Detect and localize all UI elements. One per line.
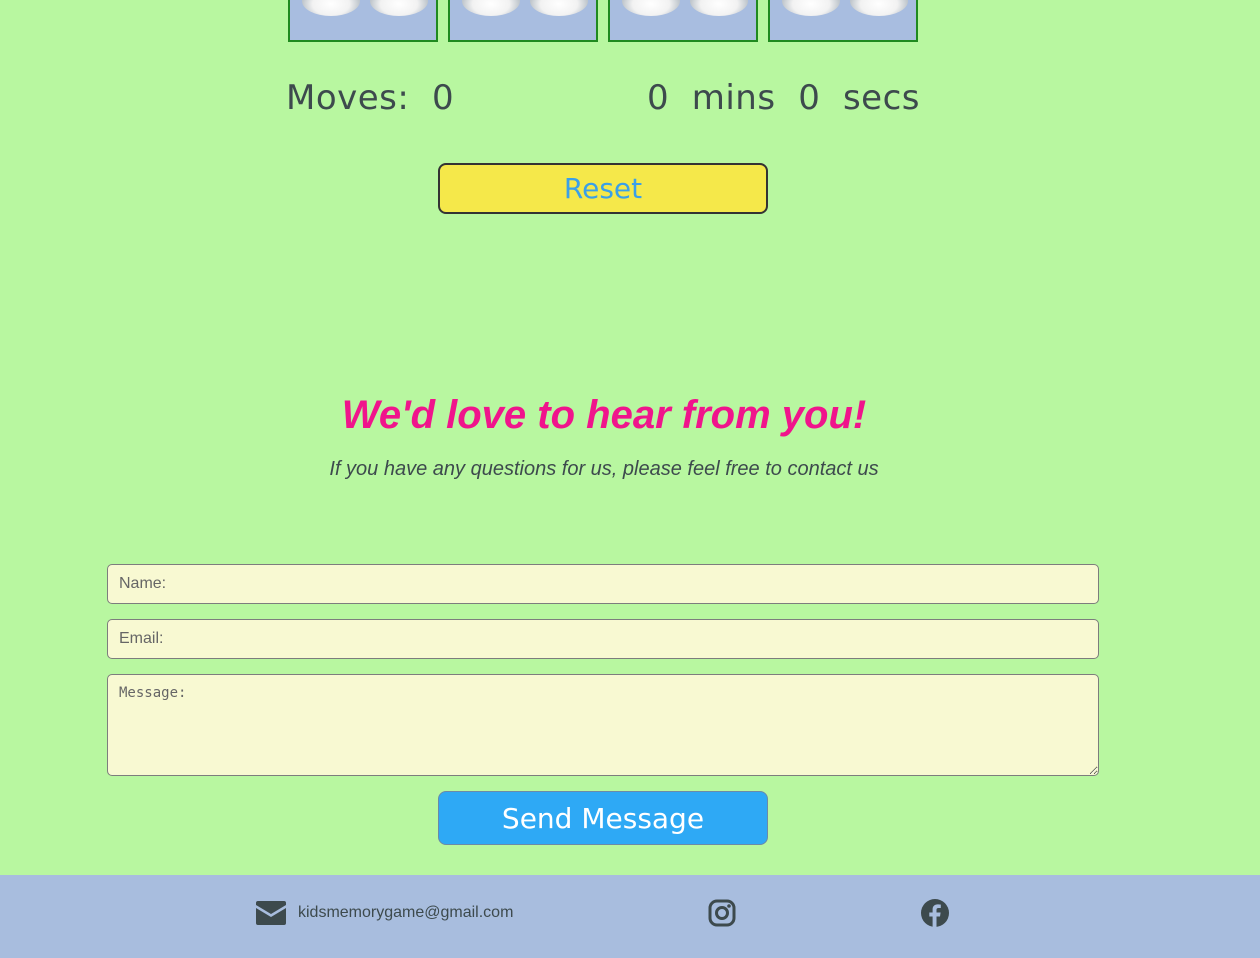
timer-mins-value: 0 [646, 78, 681, 118]
facebook-icon [921, 899, 949, 927]
card-image [622, 0, 680, 16]
timer-mins-label: mins [691, 78, 787, 118]
card-grid [288, 0, 918, 42]
memory-card[interactable] [768, 0, 918, 42]
card-image [782, 0, 840, 16]
timer-secs-value: 0 [798, 78, 832, 118]
moves-counter: Moves: 0 [286, 78, 454, 118]
send-message-button[interactable]: Send Message [438, 791, 768, 845]
name-field[interactable] [107, 564, 1099, 604]
envelope-icon [256, 901, 286, 925]
card-image [462, 0, 520, 16]
card-image [302, 0, 360, 16]
card-image [530, 0, 588, 16]
game-stats: Moves: 0 0 mins 0 secs [286, 78, 920, 118]
timer: 0 mins 0 secs [647, 78, 920, 118]
reset-button[interactable]: Reset [438, 163, 768, 214]
message-field[interactable] [107, 674, 1099, 776]
memory-card[interactable] [288, 0, 438, 42]
timer-secs-label: secs [842, 78, 920, 118]
moves-value: 0 [431, 78, 455, 118]
facebook-link[interactable] [921, 899, 949, 932]
page: Moves: 0 0 mins 0 secs Reset We'd love t… [0, 0, 1260, 958]
moves-label: Moves: [286, 78, 421, 118]
instagram-link[interactable] [708, 899, 736, 932]
footer: kidsmemorygame@gmail.com [0, 875, 1260, 958]
email-address: kidsmemorygame@gmail.com [298, 904, 514, 921]
card-image [850, 0, 908, 16]
memory-card[interactable] [608, 0, 758, 42]
memory-card[interactable] [448, 0, 598, 42]
contact-title: We'd love to hear from you! [341, 393, 867, 437]
contact-subtitle: If you have any questions for us, please… [329, 458, 879, 480]
instagram-icon [708, 899, 736, 927]
card-image [690, 0, 748, 16]
card-image [370, 0, 428, 16]
email-field[interactable] [107, 619, 1099, 659]
email-link[interactable]: kidsmemorygame@gmail.com [256, 901, 513, 925]
